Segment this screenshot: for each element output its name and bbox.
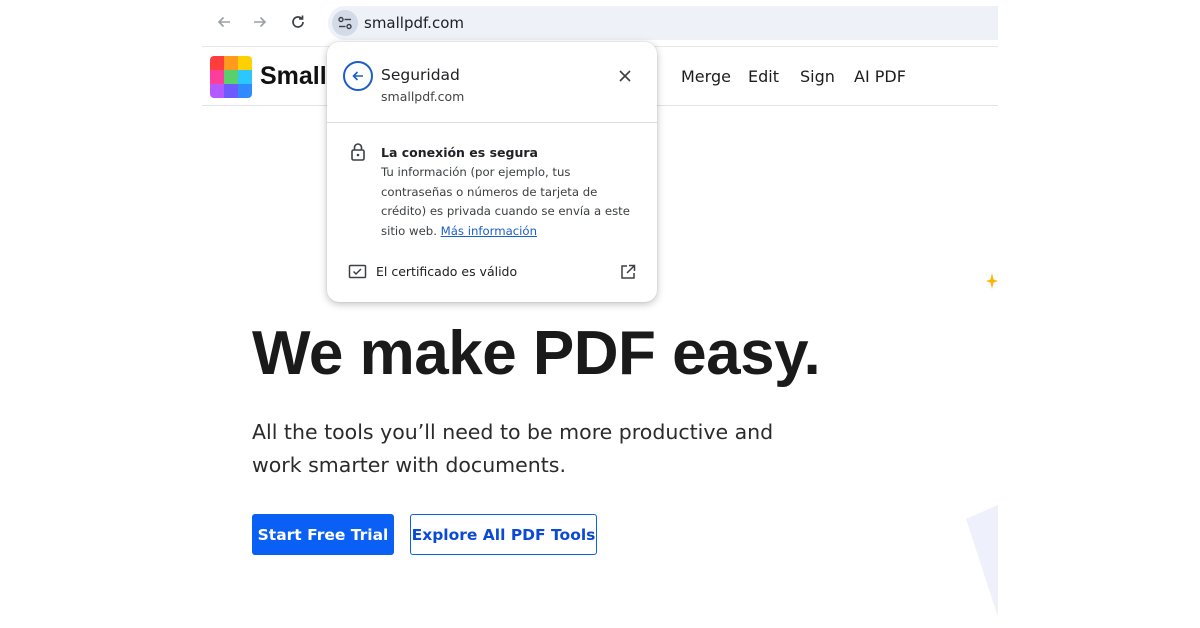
hero-subtitle: All the tools you’ll need to be more pro… [252,420,774,477]
nav-item-ai-pdf[interactable]: AI PDF [854,67,906,86]
arrow-left-icon [352,71,363,81]
security-popup: Seguridad smallpdf.com La conexión es se… [327,42,657,302]
sparkle-icon [986,273,998,289]
brand-name[interactable]: Small [260,62,327,91]
reload-button[interactable] [286,10,310,34]
connection-secure-title: La conexión es segura [381,145,538,160]
decorative-shape [966,505,998,617]
start-free-trial-button[interactable]: Start Free Trial [252,514,394,555]
popup-divider [327,122,657,123]
arrow-left-icon [217,16,230,28]
forward-button[interactable] [248,10,272,34]
certificate-icon [348,264,367,279]
nav-item-sign[interactable]: Sign [800,67,835,86]
logo-tile [224,84,238,98]
smallpdf-logo[interactable] [210,56,252,98]
popup-domain: smallpdf.com [381,89,465,104]
logo-tile [210,56,224,70]
url-text[interactable]: smallpdf.com [364,14,464,32]
logo-tile [238,70,252,84]
hero-title: We make PDF easy. [252,319,821,388]
more-info-link[interactable]: Más información [441,224,537,238]
logo-tile [210,70,224,84]
reload-icon [292,15,304,28]
logo-tile [210,84,224,98]
logo-tile [224,70,238,84]
site-info-button[interactable] [332,10,358,36]
nav-item-merge[interactable]: Merge [681,67,731,86]
tune-icon [338,16,352,30]
browser-toolbar: smallpdf.com [202,0,998,46]
logo-tile [238,84,252,98]
external-link-icon[interactable] [619,263,637,281]
popup-title: Seguridad [381,66,460,84]
explore-tools-button[interactable]: Explore All PDF Tools [410,514,597,555]
connection-description: Tu información (por ejemplo, tus contras… [381,163,643,241]
close-icon [619,70,631,82]
nav-item-edit[interactable]: Edit [748,67,779,86]
address-bar[interactable]: smallpdf.com [328,6,998,40]
logo-tile [238,56,252,70]
popup-back-button[interactable] [343,61,373,91]
popup-close-button[interactable] [615,66,635,86]
certificate-valid-item[interactable]: El certificado es válido [376,264,517,279]
arrow-right-icon [254,16,267,28]
back-button[interactable] [212,10,236,34]
logo-tile [224,56,238,70]
lock-icon [351,143,365,161]
